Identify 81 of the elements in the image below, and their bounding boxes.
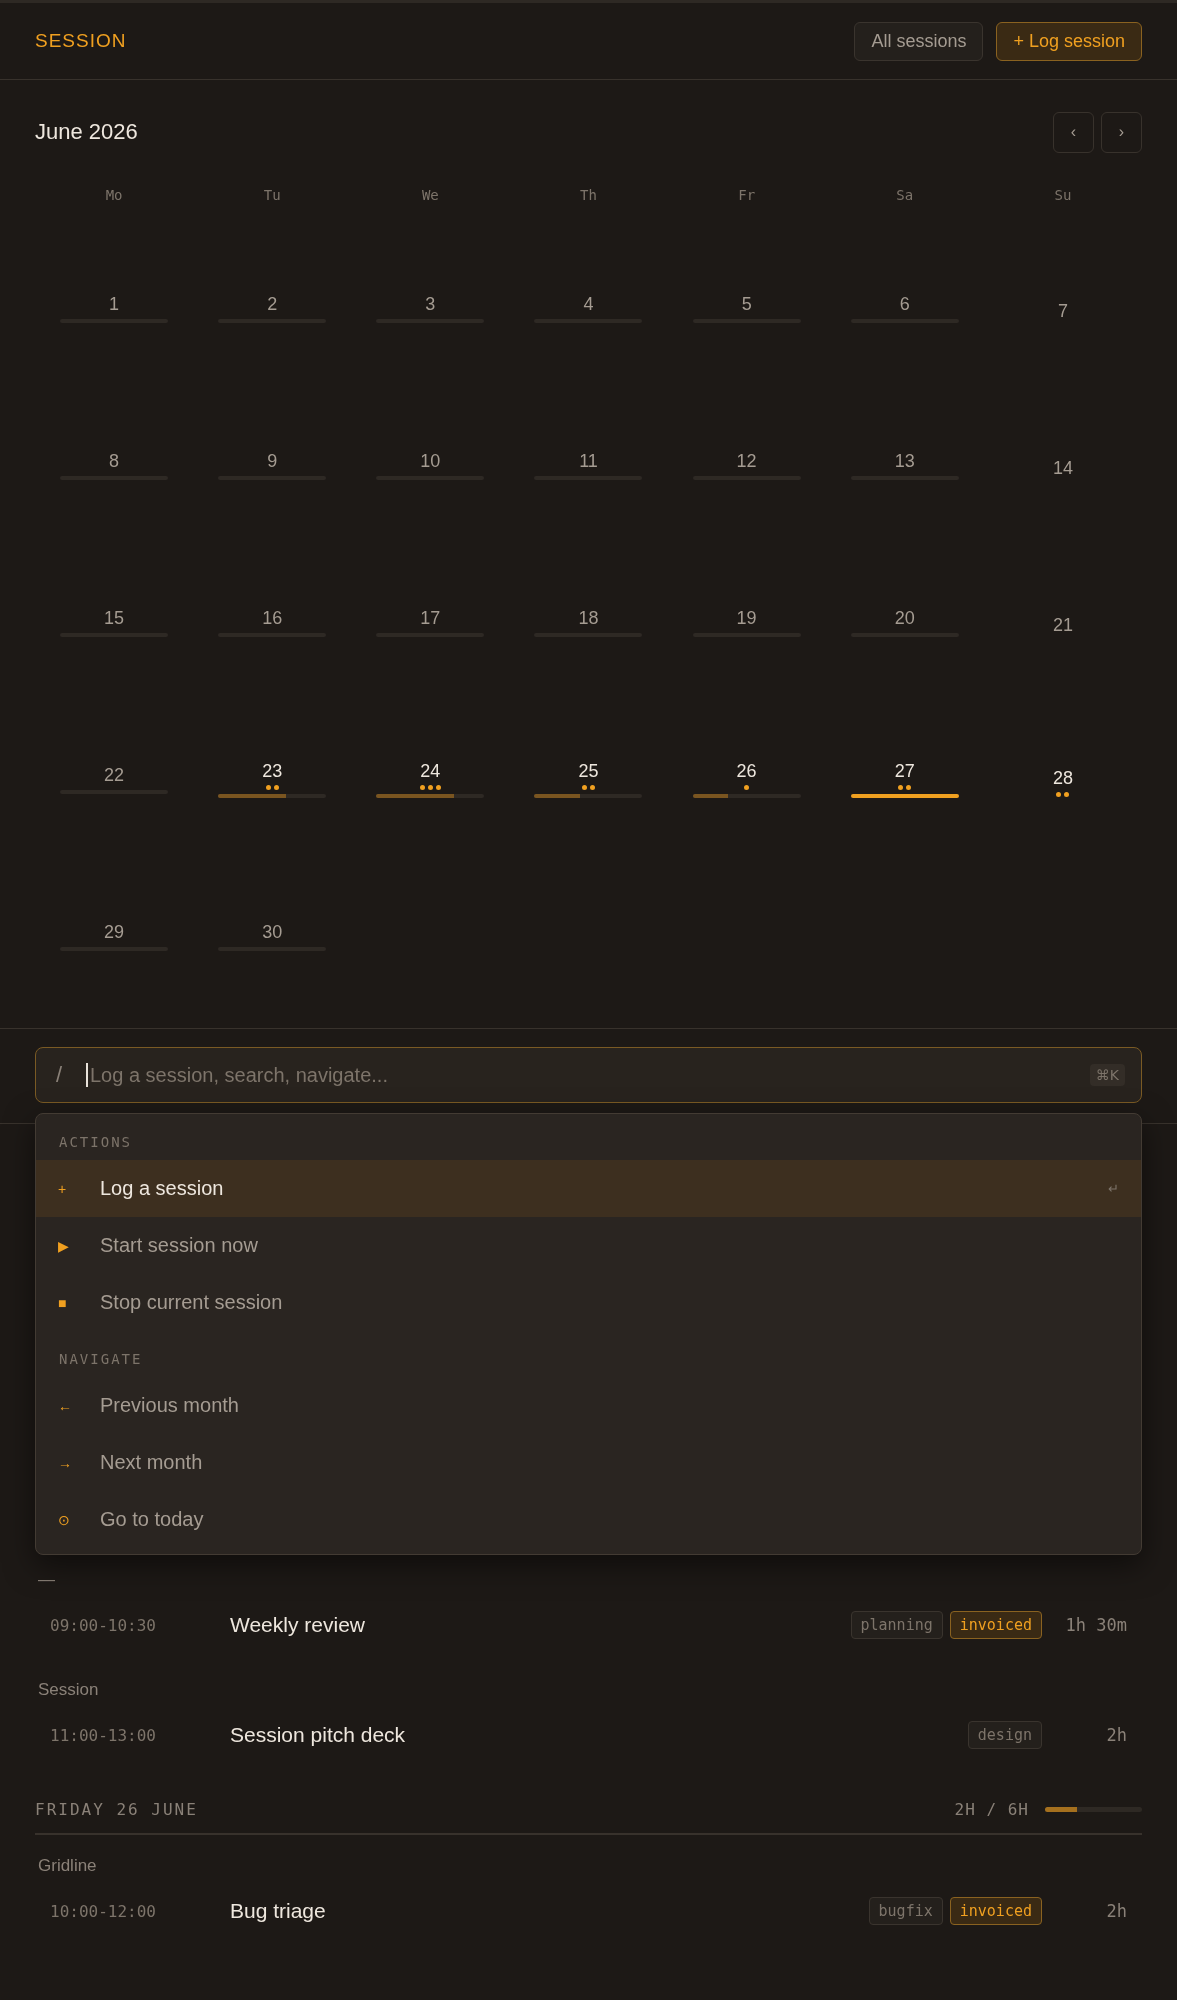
weekday-label: We <box>420 187 440 203</box>
day-number[interactable]: 27 <box>894 759 915 782</box>
command-field[interactable]: / Log a session, search, navigate... ⌘K <box>35 1047 1142 1103</box>
day-number[interactable]: 30 <box>262 920 283 943</box>
client-label: Session <box>37 1679 100 1701</box>
menu-item-icon: → <box>58 1454 100 1471</box>
day-number[interactable]: 4 <box>583 292 594 315</box>
weekday-label: Fr <box>737 187 757 203</box>
day-number[interactable]: 14 <box>1052 456 1073 479</box>
day-number[interactable]: 15 <box>104 606 125 629</box>
day-number[interactable]: 25 <box>578 759 599 782</box>
menu-item[interactable]: ■ Stop current session <box>36 1274 1141 1331</box>
log-session-button[interactable]: + Log session <box>996 21 1142 61</box>
day-total: 2H / 6H <box>954 1799 1029 1819</box>
day-number[interactable]: 6 <box>899 292 910 315</box>
day-number[interactable]: 16 <box>262 606 283 629</box>
session-duration: 1h 30m <box>1064 1615 1127 1635</box>
menu-item-icon: ← <box>58 1397 100 1414</box>
day-number[interactable]: 8 <box>109 449 120 472</box>
client-label: Gridline <box>37 1855 98 1877</box>
session-duration: 2h <box>1105 1901 1127 1921</box>
day-number[interactable]: 28 <box>1052 766 1073 789</box>
day-number[interactable]: 10 <box>420 449 441 472</box>
day-number[interactable]: 26 <box>736 759 757 782</box>
session-time: 09:00-10:30 <box>50 1615 157 1635</box>
day-number[interactable]: 19 <box>736 606 757 629</box>
day-number[interactable]: 1 <box>109 292 120 315</box>
shortcut-badge: ⌘K <box>1089 1064 1125 1086</box>
day-number[interactable]: 9 <box>267 449 278 472</box>
weekday-label: Su <box>1053 187 1073 203</box>
day-number[interactable]: 17 <box>420 606 441 629</box>
slash-prefix: / <box>56 1062 64 1088</box>
day-number[interactable]: 12 <box>736 449 757 472</box>
tag: design <box>967 1721 1042 1749</box>
day-number[interactable]: 20 <box>894 606 915 629</box>
menu-item-icon: ■ <box>58 1294 100 1311</box>
menu-section-label: ACTIONS <box>58 1133 133 1152</box>
menu-section-label: NAVIGATE <box>58 1350 144 1369</box>
tag: invoiced <box>949 1897 1042 1925</box>
next-month-button[interactable]: › <box>1101 111 1142 153</box>
tag: bugfix <box>868 1897 943 1925</box>
menu-item[interactable]: ← Previous month <box>36 1377 1141 1434</box>
weekday-label: Sa <box>895 187 915 203</box>
previous-month-button[interactable]: ‹ <box>1053 111 1094 153</box>
weekday-label: Tu <box>262 187 282 203</box>
month-title: June 2026 <box>35 119 138 145</box>
day-number[interactable]: 29 <box>104 920 125 943</box>
day-number[interactable]: 21 <box>1052 613 1073 636</box>
day-number[interactable]: 24 <box>420 759 441 782</box>
day-number[interactable]: 3 <box>425 292 436 315</box>
session-title[interactable]: Bug triage <box>230 1899 869 1923</box>
day-number[interactable]: 7 <box>1057 299 1068 322</box>
tag: planning <box>850 1611 943 1639</box>
weekday-label: Mo <box>104 187 124 203</box>
menu-item[interactable]: ⊙ Go to today <box>36 1491 1141 1548</box>
weekday-label: Th <box>579 187 598 203</box>
enter-key-hint: ↵ <box>1108 1181 1119 1196</box>
all-sessions-button[interactable]: All sessions <box>854 21 984 61</box>
day-number[interactable]: 5 <box>741 292 752 315</box>
day-number[interactable]: 22 <box>104 763 125 786</box>
day-number[interactable]: 2 <box>267 292 278 315</box>
day-number[interactable]: 18 <box>578 606 599 629</box>
menu-item-icon: ▶ <box>58 1237 100 1254</box>
day-heading: FRIDAY 26 JUNE <box>35 1799 199 1819</box>
session-title[interactable]: Weekly review <box>230 1613 851 1637</box>
day-number[interactable]: 23 <box>262 759 283 782</box>
day-number[interactable]: 11 <box>579 449 598 472</box>
menu-item[interactable]: + Log a session ↵ <box>36 1160 1141 1217</box>
session-duration: 2h <box>1105 1725 1127 1745</box>
menu-item[interactable]: ▶ Start session now <box>36 1217 1141 1274</box>
session-time: 11:00-13:00 <box>50 1725 157 1745</box>
command-input[interactable]: Log a session, search, navigate... <box>88 1062 1090 1088</box>
app-title: SESSION <box>35 30 127 52</box>
client-label: — <box>37 1569 56 1591</box>
session-time: 10:00-12:00 <box>50 1901 157 1921</box>
menu-item-icon: ⊙ <box>58 1511 100 1528</box>
session-title[interactable]: Session pitch deck <box>230 1723 968 1747</box>
tag: invoiced <box>949 1611 1042 1639</box>
menu-item-icon: + <box>58 1180 100 1197</box>
day-number[interactable]: 13 <box>894 449 915 472</box>
menu-item[interactable]: → Next month <box>36 1434 1141 1491</box>
